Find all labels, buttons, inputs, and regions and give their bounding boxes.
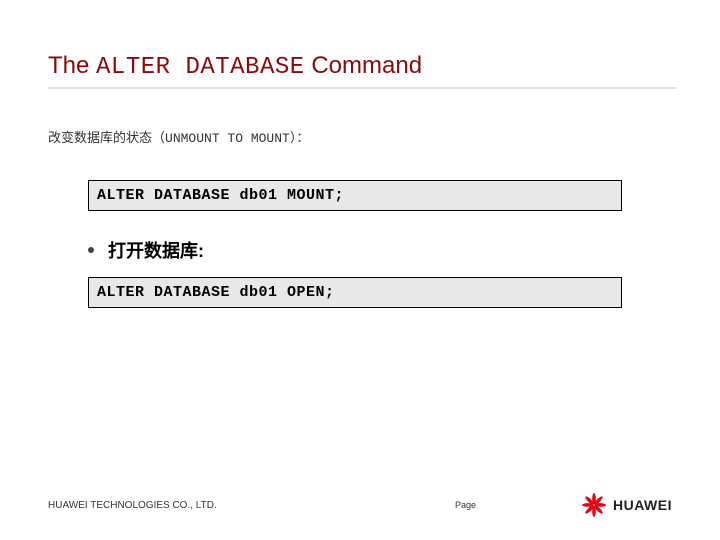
- title-pre: The: [48, 52, 96, 79]
- subtitle-mono: UNMOUNT TO MOUNT: [165, 131, 290, 146]
- subtitle-pre: 改变数据库的状态（: [48, 130, 165, 145]
- bullet-icon: [88, 247, 94, 253]
- title-mono: ALTER DATABASE: [96, 54, 305, 81]
- title-post: Command: [305, 52, 422, 79]
- slide: The ALTER DATABASE Command 改变数据库的状态（UNMO…: [0, 0, 720, 540]
- page-title: The ALTER DATABASE Command: [48, 52, 672, 81]
- bullet-text: 打开数据库:: [108, 237, 204, 263]
- content-area: ALTER DATABASE db01 MOUNT; 打开数据库: ALTER …: [48, 180, 672, 308]
- footer: HUAWEI TECHNOLOGIES CO., LTD. Page: [0, 492, 720, 518]
- subtitle-post: ）：: [290, 130, 310, 145]
- huawei-petal-icon: [581, 492, 607, 518]
- code-block-open: ALTER DATABASE db01 OPEN;: [88, 277, 622, 308]
- footer-company: HUAWEI TECHNOLOGIES CO., LTD.: [48, 500, 217, 511]
- title-underline: [48, 87, 676, 89]
- bullet-row: 打开数据库:: [88, 237, 622, 263]
- footer-logo: HUAWEI: [581, 492, 672, 518]
- code-block-mount: ALTER DATABASE db01 MOUNT;: [88, 180, 622, 211]
- footer-brand: HUAWEI: [613, 497, 672, 513]
- subtitle: 改变数据库的状态（UNMOUNT TO MOUNT）：: [48, 127, 672, 146]
- footer-page-label: Page: [455, 500, 476, 510]
